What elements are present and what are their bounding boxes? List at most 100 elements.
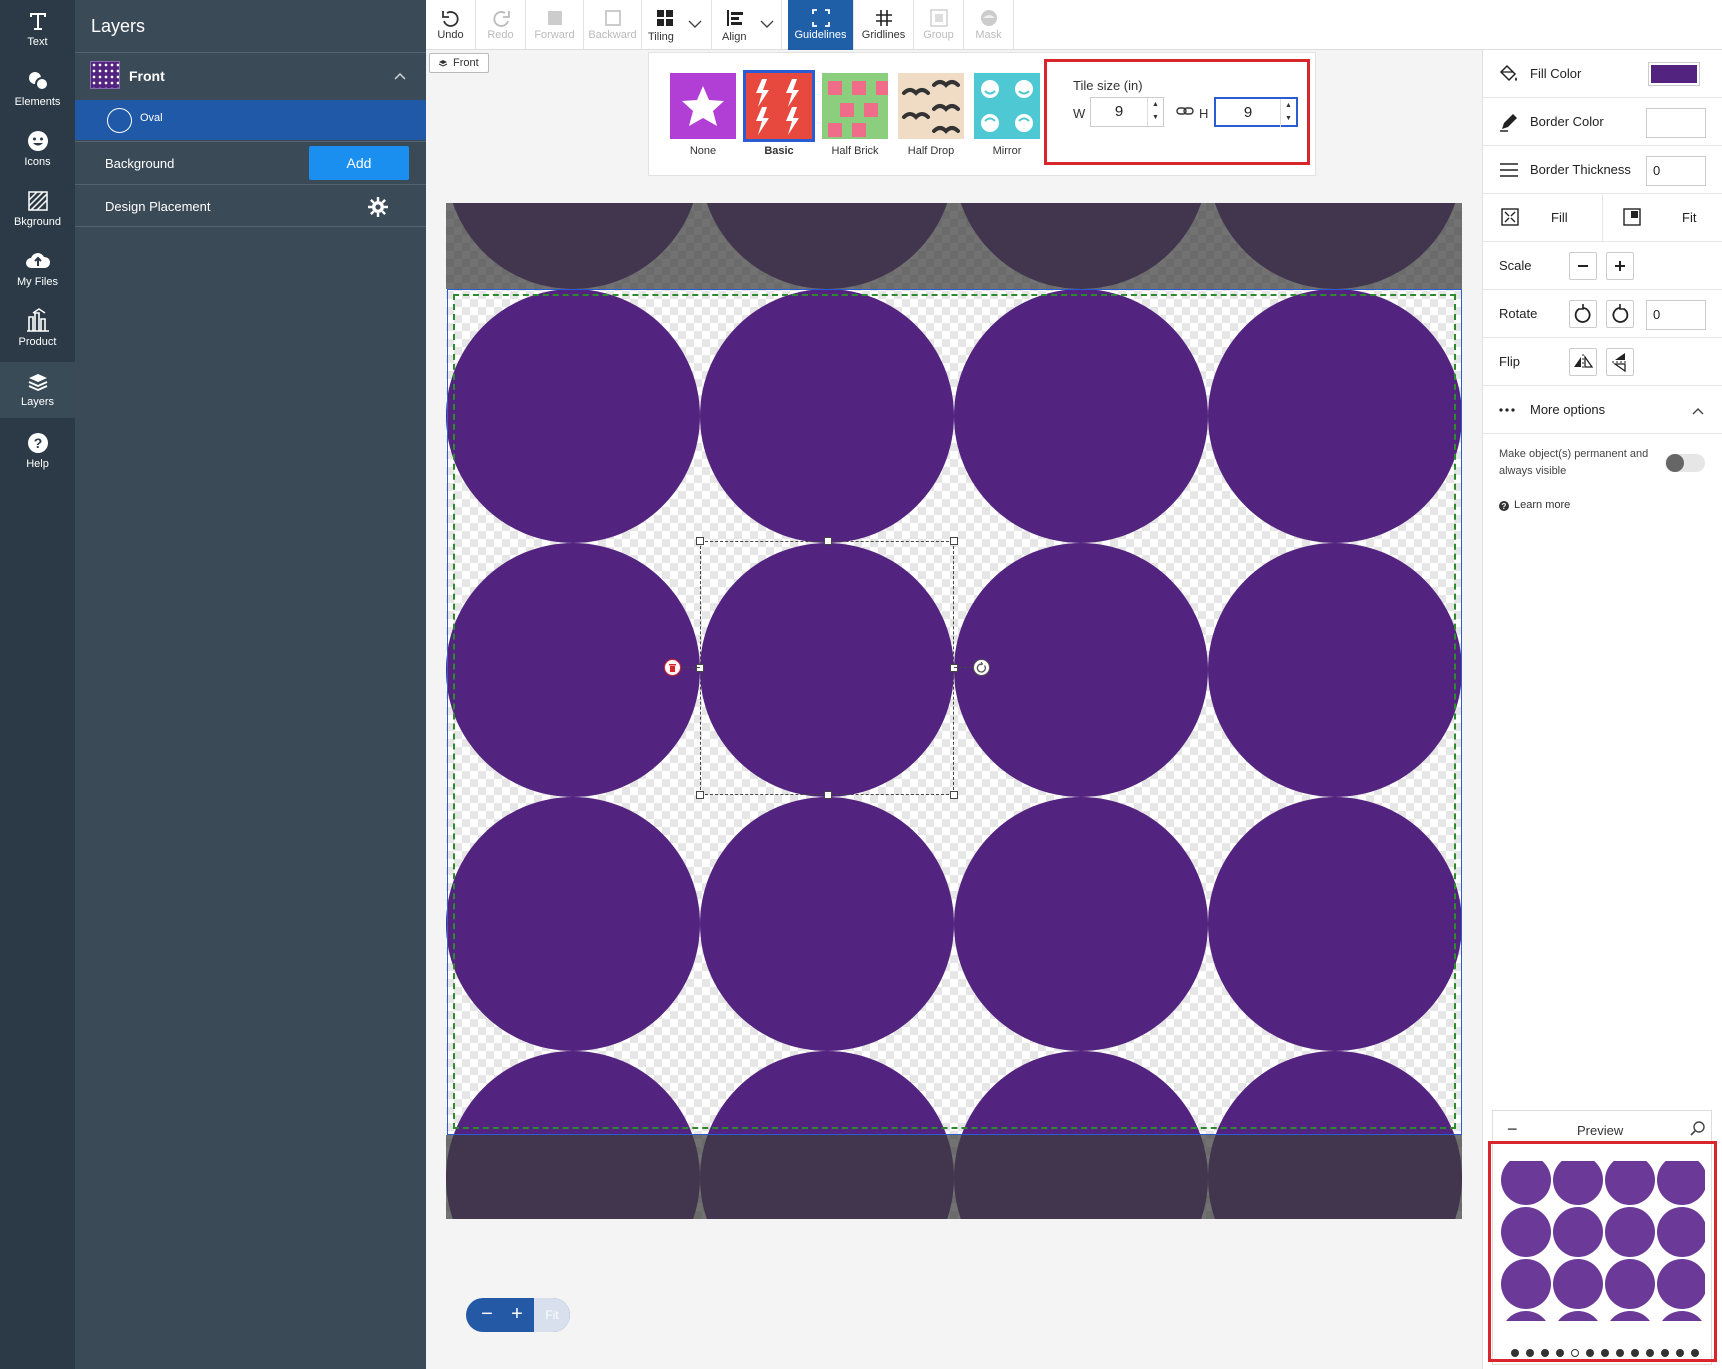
mask-label: Mask [975, 29, 1002, 41]
page-dot[interactable] [1646, 1349, 1654, 1357]
width-stepper[interactable]: ▲ ▼ [1147, 98, 1163, 126]
rotate-right-button[interactable] [1606, 300, 1634, 328]
resize-handle[interactable] [696, 537, 704, 545]
guidelines-button[interactable]: Guidelines [788, 0, 854, 50]
delete-handle[interactable] [664, 659, 681, 676]
learn-more-link[interactable]: Learn more [1514, 499, 1570, 511]
page-dot[interactable] [1571, 1349, 1579, 1357]
side-tag[interactable]: Front [429, 53, 489, 73]
rotate-handle[interactable] [973, 659, 990, 676]
redo-button[interactable]: Redo [476, 0, 526, 50]
gridlines-button[interactable]: Gridlines [854, 0, 914, 50]
fill-color-row[interactable]: Fill Color [1483, 50, 1722, 98]
rotate-left-button[interactable] [1569, 300, 1597, 328]
align-button[interactable]: Align [712, 0, 782, 50]
tile-height-input[interactable]: 9 ▲ ▼ [1214, 97, 1298, 127]
link-icon[interactable] [1176, 106, 1194, 116]
collapse-preview-button[interactable]: − [1507, 1119, 1518, 1140]
page-dot[interactable] [1511, 1349, 1519, 1357]
chevron-down-icon[interactable] [760, 19, 774, 29]
layer-item-oval[interactable]: Oval [75, 100, 426, 140]
scale-up-button[interactable] [1606, 252, 1634, 280]
rail-item-product[interactable]: Product [0, 308, 75, 360]
resize-handle[interactable] [950, 791, 958, 799]
rail-item-text[interactable]: Text [0, 10, 75, 60]
page-dot[interactable] [1601, 1349, 1609, 1357]
page-dot[interactable] [1661, 1349, 1669, 1357]
preview-tile [1605, 1311, 1655, 1321]
mask-icon [980, 10, 997, 26]
rail-item-icons[interactable]: Icons [0, 130, 75, 180]
resize-handle[interactable] [950, 664, 958, 672]
tiling-option-none[interactable]: None [670, 73, 736, 157]
flip-horizontal-button[interactable] [1569, 348, 1597, 376]
resize-handle[interactable] [950, 537, 958, 545]
backward-button[interactable]: Backward [584, 0, 642, 50]
fill-color-swatch[interactable] [1648, 62, 1700, 86]
page-dot[interactable] [1631, 1349, 1639, 1357]
rail-item-background[interactable]: Bkground [0, 190, 75, 240]
rail-item-elements[interactable]: Elements [0, 70, 75, 120]
zoom-out-button[interactable]: − [472, 1298, 502, 1332]
preview-tile [1553, 1311, 1603, 1321]
permanent-toggle[interactable] [1665, 454, 1705, 472]
side-tag-label: Front [453, 57, 479, 69]
tiling-swatch [822, 73, 888, 139]
tiling-swatch [974, 73, 1040, 139]
resize-handle[interactable] [696, 791, 704, 799]
undo-icon [441, 11, 459, 27]
scale-row: Scale [1483, 242, 1722, 290]
add-background-button[interactable]: Add [309, 146, 409, 180]
group-button[interactable]: Group [914, 0, 964, 50]
border-thickness-input[interactable]: 0 [1646, 156, 1706, 186]
page-dot[interactable] [1541, 1349, 1549, 1357]
mask-button[interactable]: Mask [964, 0, 1014, 50]
resize-handle[interactable] [824, 791, 832, 799]
more-options-row[interactable]: More options [1483, 386, 1722, 434]
rotate-input[interactable]: 0 [1646, 300, 1706, 330]
resize-handle[interactable] [696, 664, 704, 672]
border-color-row[interactable]: Border Color [1483, 98, 1722, 146]
lightning-pattern-icon [756, 79, 799, 135]
fit-label: Fit [1682, 210, 1697, 225]
star-icon [682, 86, 724, 126]
page-dot[interactable] [1676, 1349, 1684, 1357]
zoom-search-icon[interactable] [1690, 1121, 1706, 1137]
design-placement-row[interactable]: Design Placement [75, 184, 426, 227]
gear-icon[interactable] [367, 196, 389, 218]
chevron-up-icon[interactable] [1691, 406, 1705, 416]
chevron-down-icon[interactable] [688, 19, 702, 29]
tiling-option-half-drop[interactable]: Half Drop [898, 73, 964, 157]
tile-width-input[interactable]: 9 ▲ ▼ [1090, 97, 1164, 127]
help-icon: ? [1499, 501, 1509, 511]
tiling-option-mirror[interactable]: Mirror [974, 73, 1040, 157]
page-dot[interactable] [1691, 1349, 1699, 1357]
zoom-fit-button[interactable]: Fit [534, 1298, 570, 1332]
rail-item-help[interactable]: ? Help [0, 432, 75, 482]
zoom-in-button[interactable]: + [502, 1298, 532, 1332]
forward-button[interactable]: Forward [526, 0, 584, 50]
page-dot[interactable] [1586, 1349, 1594, 1357]
flip-vertical-button[interactable] [1606, 348, 1634, 376]
height-stepper[interactable]: ▲ ▼ [1280, 99, 1296, 127]
fit-button[interactable]: Fit [1603, 194, 1722, 241]
rail-item-my-files[interactable]: My Files [0, 250, 75, 300]
preview-tile [1553, 1161, 1603, 1205]
border-color-swatch[interactable] [1646, 108, 1706, 138]
scale-down-button[interactable] [1569, 252, 1597, 280]
page-dot[interactable] [1616, 1349, 1624, 1357]
rail-label: Layers [20, 396, 55, 408]
page-dot[interactable] [1556, 1349, 1564, 1357]
chevron-up-icon[interactable] [393, 71, 407, 81]
undo-button[interactable]: Undo [426, 0, 476, 50]
tiling-button[interactable]: Tiling [642, 0, 712, 50]
layer-group-front[interactable]: Front [75, 52, 426, 100]
elements-icon [28, 72, 49, 91]
tiling-option-half-brick[interactable]: Half Brick [822, 73, 888, 157]
rail-item-layers[interactable]: Layers [0, 362, 75, 418]
fill-button[interactable]: Fill [1483, 194, 1603, 241]
resize-handle[interactable] [824, 537, 832, 545]
preview-tile [1657, 1311, 1705, 1321]
page-dot[interactable] [1526, 1349, 1534, 1357]
tiling-option-basic[interactable]: Basic [743, 70, 815, 157]
